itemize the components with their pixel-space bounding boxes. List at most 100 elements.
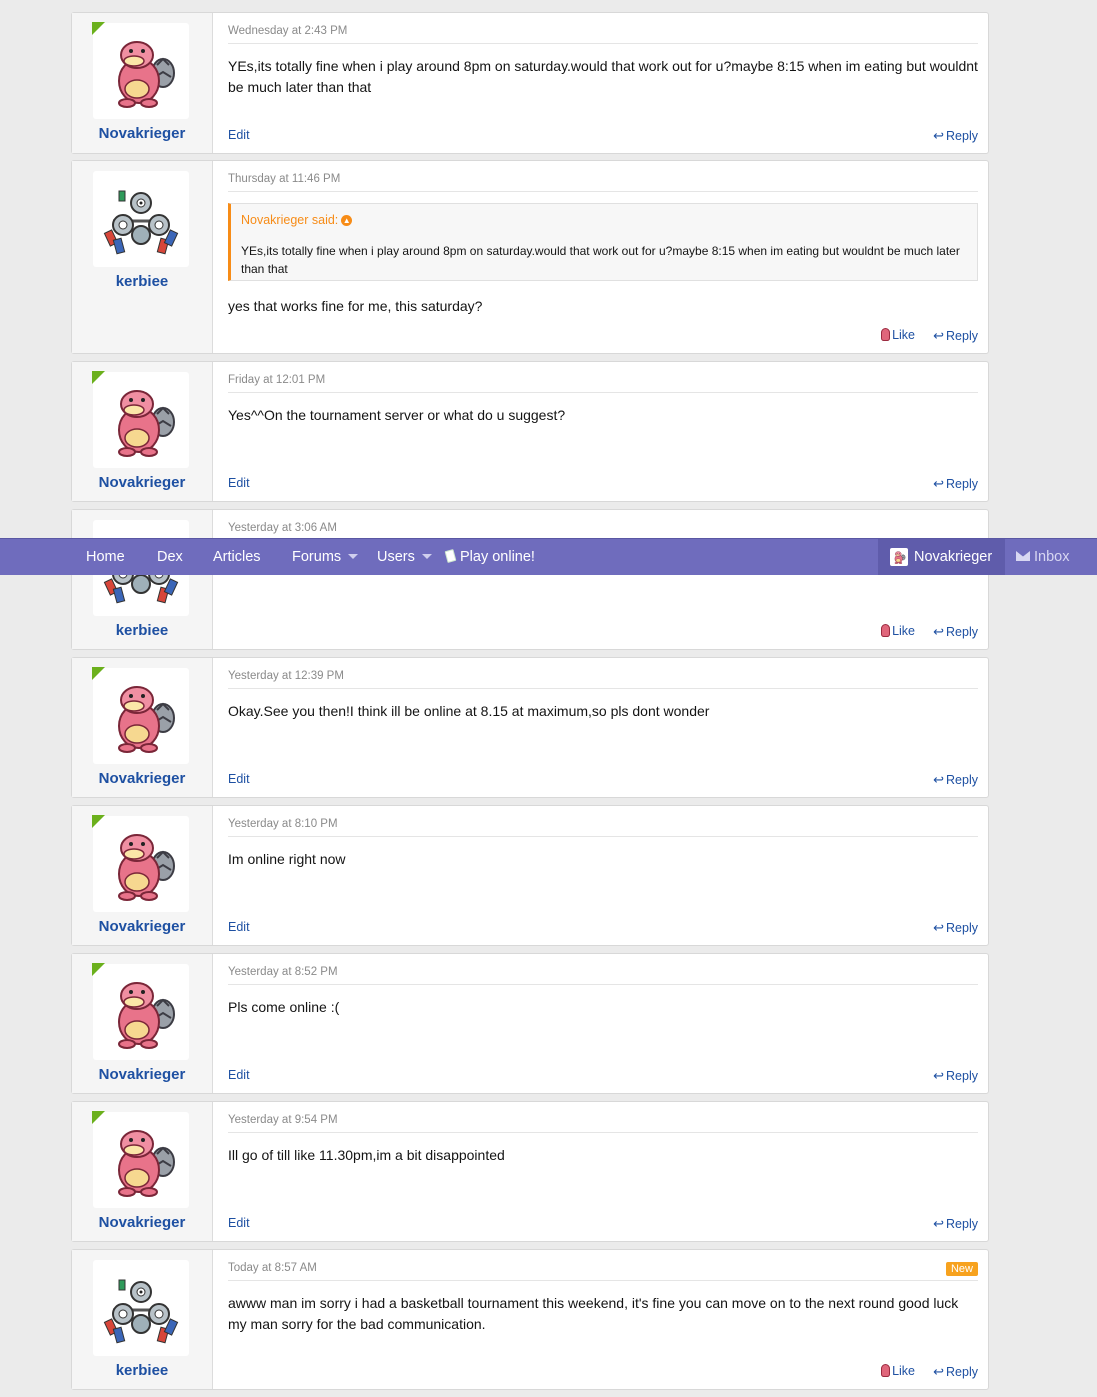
message: kerbiee Thursday at 11:46 PM Novakrieger… [71, 160, 989, 354]
edit-button[interactable]: Edit [228, 128, 250, 142]
nav-home[interactable]: Home [86, 549, 125, 565]
card-icon [444, 549, 457, 563]
message-actions: Edit ↩ Reply [228, 1068, 978, 1084]
reply-button[interactable]: ↩ Reply [933, 1068, 978, 1084]
message-actions: Like ↩ Reply [228, 624, 978, 640]
nav-play-online[interactable]: Play online! [444, 549, 535, 565]
avatar[interactable] [93, 668, 189, 764]
message-date[interactable]: Yesterday at 8:10 PM [228, 818, 978, 837]
message-user-cell: kerbiee [72, 510, 213, 649]
quote-author: Novakrieger said: [241, 213, 339, 227]
arrow-up-icon[interactable]: ▲ [341, 215, 353, 227]
message-user-cell: kerbiee [72, 161, 213, 353]
chevron-down-icon[interactable] [348, 554, 359, 559]
message-text: Okay.See you then!I think ill be online … [228, 703, 710, 719]
reply-label: Reply [946, 1365, 978, 1379]
reply-button[interactable]: ↩ Reply [933, 1216, 978, 1232]
reply-icon: ↩ [933, 476, 945, 491]
username-link[interactable]: Novakrieger [72, 918, 212, 935]
reply-label: Reply [946, 477, 978, 491]
quote-attribution[interactable]: Novakrieger said: ▲ [241, 213, 353, 227]
like-button[interactable]: Like [881, 624, 915, 638]
nav-forums[interactable]: Forums [292, 549, 359, 565]
avatar[interactable] [93, 964, 189, 1060]
chevron-down-icon[interactable] [421, 554, 432, 559]
message-date[interactable]: Yesterday at 8:52 PM [228, 966, 978, 985]
message-date[interactable]: Yesterday at 12:39 PM [228, 670, 978, 689]
nav-articles[interactable]: Articles [213, 549, 261, 565]
message: kerbiee Yesterday at 3:06 AM Like ↩ Reply [71, 509, 989, 650]
like-icon [881, 328, 891, 341]
edit-button[interactable]: Edit [228, 476, 250, 490]
like-button[interactable]: Like [881, 1364, 915, 1378]
username-link[interactable]: Novakrieger [72, 1214, 212, 1231]
avatar[interactable] [93, 816, 189, 912]
message-text: yes that works fine for me, this saturda… [228, 298, 483, 314]
avatar[interactable] [93, 23, 189, 119]
online-indicator-icon [92, 815, 105, 828]
online-indicator-icon [92, 667, 105, 680]
message-content: Yesterday at 3:06 AM Like ↩ Reply [228, 510, 978, 649]
reply-label: Reply [946, 1217, 978, 1231]
like-label: Like [892, 328, 915, 342]
message-actions: Edit ↩ Reply [228, 920, 978, 936]
like-label: Like [892, 1364, 915, 1378]
avatar[interactable] [93, 1112, 189, 1208]
online-indicator-icon [92, 22, 105, 35]
message-actions: Like ↩ Reply [228, 1364, 978, 1380]
message-date[interactable]: Thursday at 11:46 PM [228, 173, 978, 192]
message-date[interactable]: Yesterday at 9:54 PM [228, 1114, 978, 1133]
message-date[interactable]: Friday at 12:01 PM [228, 374, 978, 393]
message-date[interactable]: Wednesday at 2:43 PM [228, 25, 978, 44]
nav-dex[interactable]: Dex [157, 549, 183, 565]
reply-icon: ↩ [933, 1364, 945, 1379]
reply-button[interactable]: ↩ Reply [933, 1364, 978, 1380]
message-actions: Edit ↩ Reply [228, 476, 978, 492]
message-user-cell: Novakrieger [72, 13, 213, 153]
edit-button[interactable]: Edit [228, 772, 250, 786]
avatar[interactable] [93, 171, 189, 267]
username-link[interactable]: Novakrieger [72, 474, 212, 491]
reply-button[interactable]: ↩ Reply [933, 772, 978, 788]
avatar[interactable] [93, 372, 189, 468]
edit-button[interactable]: Edit [228, 1068, 250, 1082]
nav-inbox[interactable]: Inbox [1016, 549, 1069, 565]
reply-icon: ↩ [933, 920, 945, 935]
reply-button[interactable]: ↩ Reply [933, 624, 978, 640]
online-indicator-icon [92, 963, 105, 976]
reply-label: Reply [946, 773, 978, 787]
reply-button[interactable]: ↩ Reply [933, 920, 978, 936]
username-link[interactable]: kerbiee [72, 1362, 212, 1379]
nav-users[interactable]: Users [377, 549, 432, 565]
message-content: Yesterday at 8:10 PM Im online right now… [228, 806, 978, 945]
message-text: Im online right now [228, 851, 346, 867]
username-link[interactable]: kerbiee [72, 622, 212, 639]
message-content: Thursday at 11:46 PM Novakrieger said: ▲ … [228, 161, 978, 353]
nav-forums-label: Forums [292, 549, 342, 565]
edit-button[interactable]: Edit [228, 1216, 250, 1230]
edit-button[interactable]: Edit [228, 920, 250, 934]
reply-button[interactable]: ↩ Reply [933, 128, 978, 144]
reply-button[interactable]: ↩ Reply [933, 328, 978, 344]
username-link[interactable]: kerbiee [72, 273, 212, 290]
nav-user-menu[interactable]: Novakrieger [878, 539, 1005, 575]
message-text: Ill go of till like 11.30pm,im a bit dis… [228, 1147, 505, 1163]
reply-icon: ↩ [933, 624, 945, 639]
avatar[interactable] [93, 1260, 189, 1356]
message-text: Pls come online :( [228, 999, 340, 1015]
message-user-cell: Novakrieger [72, 362, 213, 501]
message-actions: Like ↩ Reply [228, 328, 978, 344]
message-date[interactable]: Today at 8:57 AM [228, 1262, 978, 1281]
reply-label: Reply [946, 625, 978, 639]
message-user-cell: Novakrieger [72, 806, 213, 945]
message: Novakrieger Friday at 12:01 PM Yes^^On t… [71, 361, 989, 502]
message: Novakrieger Yesterday at 8:52 PM Pls com… [71, 953, 989, 1094]
username-link[interactable]: Novakrieger [72, 125, 212, 142]
like-label: Like [892, 624, 915, 638]
reply-label: Reply [946, 1069, 978, 1083]
username-link[interactable]: Novakrieger [72, 770, 212, 787]
username-link[interactable]: Novakrieger [72, 1066, 212, 1083]
like-button[interactable]: Like [881, 328, 915, 342]
reply-button[interactable]: ↩ Reply [933, 476, 978, 492]
message-user-cell: Novakrieger [72, 1102, 213, 1241]
